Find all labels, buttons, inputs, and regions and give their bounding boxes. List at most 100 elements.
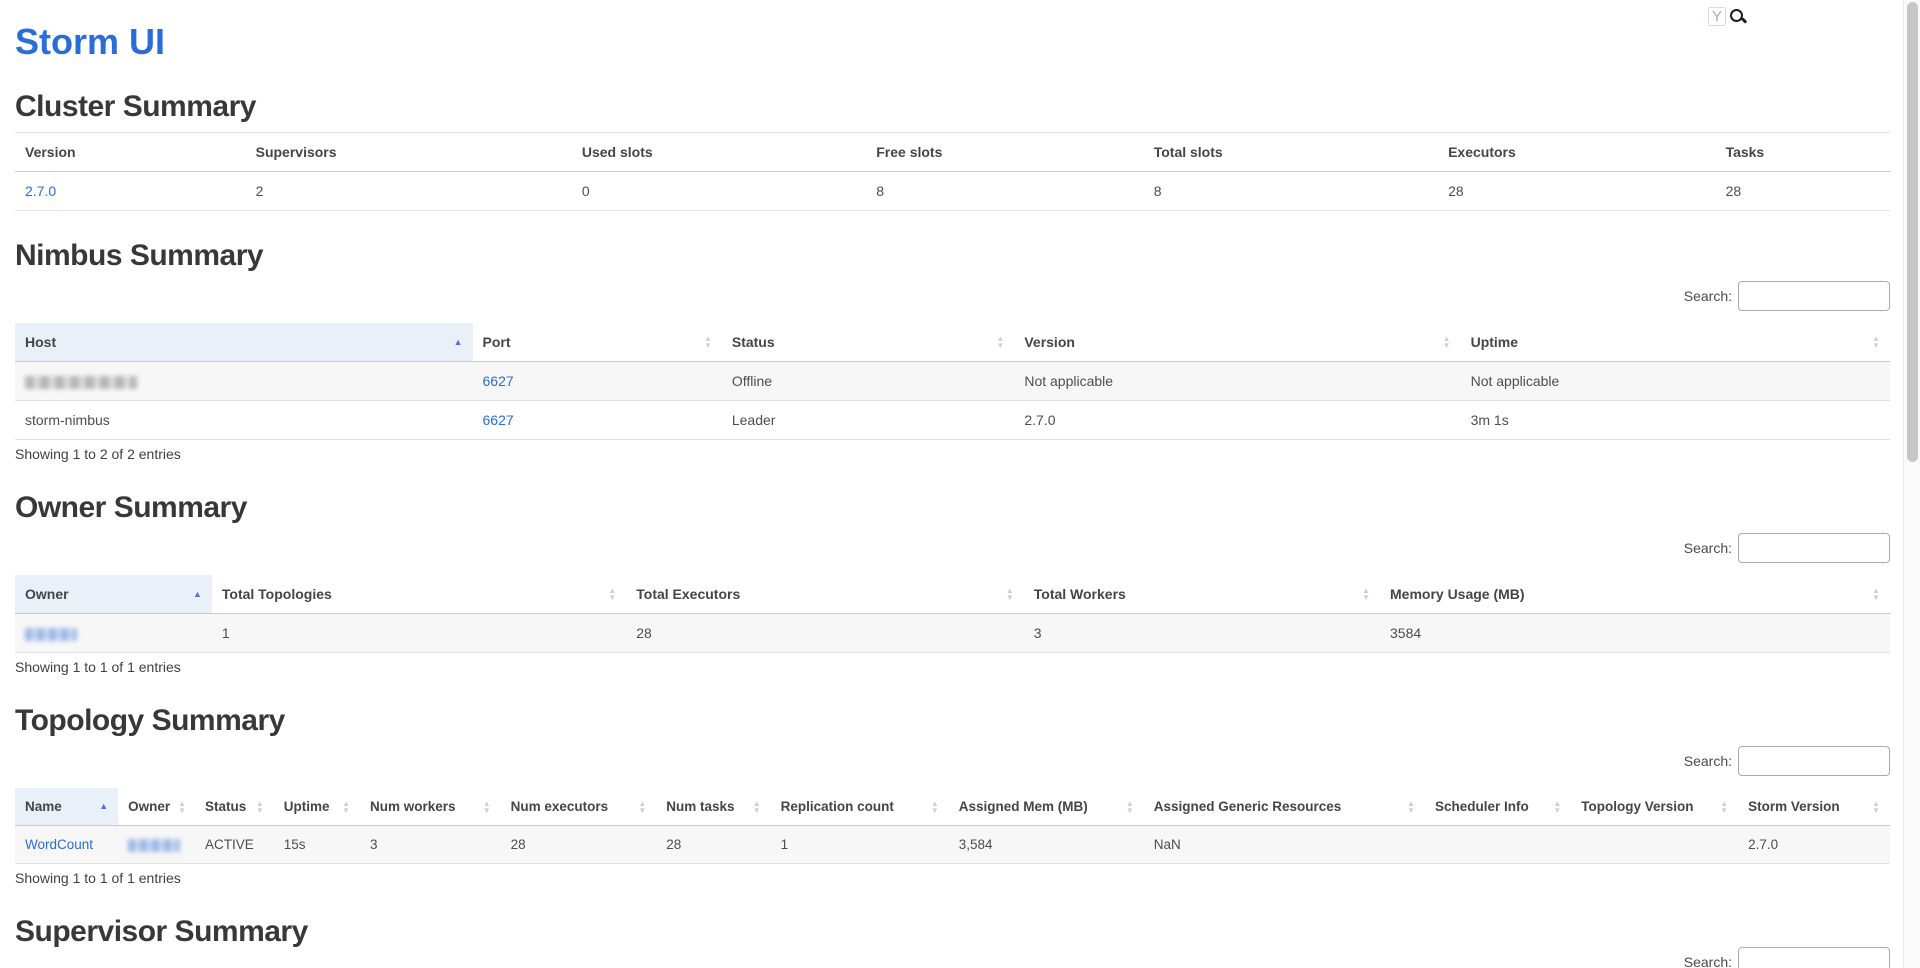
cell-topo-status: ACTIVE — [195, 826, 274, 864]
sort-icons — [608, 587, 616, 601]
sort-icons — [1553, 800, 1561, 814]
cell-version: 2.7.0 — [15, 172, 246, 211]
owner-summary-table: Owner Total Topologies Total Executors T… — [15, 575, 1890, 653]
search-icon[interactable] — [1729, 8, 1747, 26]
redacted-host-blur — [25, 376, 137, 389]
column-header-nimbus-version[interactable]: Version — [1014, 323, 1460, 362]
supervisor-summary-section: Supervisor Summary Search: — [15, 915, 1890, 968]
cell-tasks: 28 — [1716, 172, 1890, 211]
column-header-executors: Executors — [1438, 133, 1715, 172]
scrollbar[interactable] — [1903, 0, 1920, 968]
column-header-host[interactable]: Host — [15, 323, 473, 362]
cell-status: Offline — [722, 362, 1014, 401]
topology-search-row: Search: — [15, 746, 1890, 776]
column-header-num-workers[interactable]: Num workers — [360, 788, 501, 826]
topology-search-label: Search: — [1684, 753, 1732, 769]
column-header-storm-version[interactable]: Storm Version — [1738, 788, 1890, 826]
column-header-topo-owner[interactable]: Owner — [118, 788, 195, 826]
column-header-assigned-mem[interactable]: Assigned Mem (MB) — [949, 788, 1144, 826]
column-header-uptime[interactable]: Uptime — [1461, 323, 1890, 362]
nimbus-entries-info: Showing 1 to 2 of 2 entries — [15, 446, 1890, 463]
sort-icons — [342, 800, 350, 814]
topology-summary-table: Name Owner Status Uptime Num workers Num… — [15, 788, 1890, 864]
column-header-assigned-generic-resources[interactable]: Assigned Generic Resources — [1144, 788, 1425, 826]
cell-uptime: Not applicable — [1461, 362, 1890, 401]
supervisor-search-input[interactable] — [1738, 947, 1890, 968]
cell-topo-uptime: 15s — [274, 826, 360, 864]
sort-icons — [1362, 587, 1370, 601]
column-header-total-topologies[interactable]: Total Topologies — [212, 575, 626, 614]
column-header-topo-status[interactable]: Status — [195, 788, 274, 826]
column-header-port[interactable]: Port — [473, 323, 722, 362]
scrollbar-thumb[interactable] — [1907, 2, 1918, 462]
cell-num-executors: 28 — [501, 826, 657, 864]
column-header-memory-usage[interactable]: Memory Usage (MB) — [1380, 575, 1890, 614]
column-header-status[interactable]: Status — [722, 323, 1014, 362]
cell-supervisors: 2 — [246, 172, 572, 211]
supervisor-search-row: Search: — [15, 947, 1890, 968]
column-header-scheduler-info[interactable]: Scheduler Info — [1425, 788, 1571, 826]
nimbus-search-input[interactable] — [1738, 281, 1890, 311]
column-header-topo-uptime[interactable]: Uptime — [274, 788, 360, 826]
page-content: Storm UI Cluster Summary Version Supervi… — [15, 0, 1890, 968]
nimbus-summary-table: Host Port Status Version Uptime 6627 Off… — [15, 323, 1890, 440]
sort-icons — [483, 800, 491, 814]
cell-uptime: 3m 1s — [1461, 401, 1890, 440]
cell-assigned-generic-resources: NaN — [1144, 826, 1425, 864]
cell-total-executors: 28 — [626, 614, 1024, 653]
nimbus-search-label: Search: — [1684, 288, 1732, 304]
column-header-total-executors[interactable]: Total Executors — [626, 575, 1024, 614]
nimbus-summary-heading: Nimbus Summary — [15, 239, 1890, 273]
sort-icons — [1720, 800, 1728, 814]
column-header-replication-count[interactable]: Replication count — [771, 788, 949, 826]
cluster-summary-table: Version Supervisors Used slots Free slot… — [15, 132, 1890, 211]
cluster-header-row: Version Supervisors Used slots Free slot… — [15, 133, 1890, 172]
nimbus-port-link[interactable]: 6627 — [483, 373, 514, 389]
cell-nimbus-version: Not applicable — [1014, 362, 1460, 401]
sort-asc-icon — [193, 590, 202, 599]
cluster-version-link[interactable]: 2.7.0 — [25, 183, 56, 199]
column-header-owner[interactable]: Owner — [15, 575, 212, 614]
cell-total-slots: 8 — [1144, 172, 1438, 211]
cell-used-slots: 0 — [572, 172, 866, 211]
storm-ui-home-link[interactable]: Storm UI — [15, 21, 165, 62]
owner-search-input[interactable] — [1738, 533, 1890, 563]
topology-name-link[interactable]: WordCount — [25, 837, 93, 852]
cell-num-workers: 3 — [360, 826, 501, 864]
supervisor-summary-heading: Supervisor Summary — [15, 915, 1890, 949]
topology-entries-info: Showing 1 to 1 of 1 entries — [15, 870, 1890, 887]
column-header-num-executors[interactable]: Num executors — [501, 788, 657, 826]
y-icon[interactable]: Y — [1708, 7, 1726, 26]
cell-status: Leader — [722, 401, 1014, 440]
cell-owner — [15, 614, 212, 653]
topbar-icons: Y — [1708, 7, 1747, 26]
sort-icons — [1872, 587, 1880, 601]
cell-scheduler-info — [1425, 826, 1571, 864]
topology-summary-heading: Topology Summary — [15, 704, 1890, 738]
cell-nimbus-version: 2.7.0 — [1014, 401, 1460, 440]
sort-icons — [931, 800, 939, 814]
cell-port: 6627 — [473, 362, 722, 401]
nimbus-search-row: Search: — [15, 281, 1890, 311]
column-header-num-tasks[interactable]: Num tasks — [656, 788, 770, 826]
cell-host — [15, 362, 473, 401]
cell-topo-name: WordCount — [15, 826, 118, 864]
sort-icons — [1443, 335, 1451, 349]
sort-asc-icon — [99, 802, 108, 811]
cell-assigned-mem: 3,584 — [949, 826, 1144, 864]
cell-total-workers: 3 — [1024, 614, 1380, 653]
column-header-tasks: Tasks — [1716, 133, 1890, 172]
nimbus-port-link[interactable]: 6627 — [483, 412, 514, 428]
column-header-topology-version[interactable]: Topology Version — [1571, 788, 1738, 826]
owner-summary-section: Owner Summary Search: Owner Total Topolo… — [15, 491, 1890, 676]
sort-icons — [178, 800, 186, 814]
cell-memory-usage: 3584 — [1380, 614, 1890, 653]
supervisor-search-label: Search: — [1684, 954, 1732, 968]
column-header-total-workers[interactable]: Total Workers — [1024, 575, 1380, 614]
topology-search-input[interactable] — [1738, 746, 1890, 776]
cell-port: 6627 — [473, 401, 722, 440]
column-header-name[interactable]: Name — [15, 788, 118, 826]
redacted-owner-blur — [25, 628, 77, 641]
page-title: Storm UI — [15, 22, 1890, 62]
sort-icons — [996, 335, 1004, 349]
